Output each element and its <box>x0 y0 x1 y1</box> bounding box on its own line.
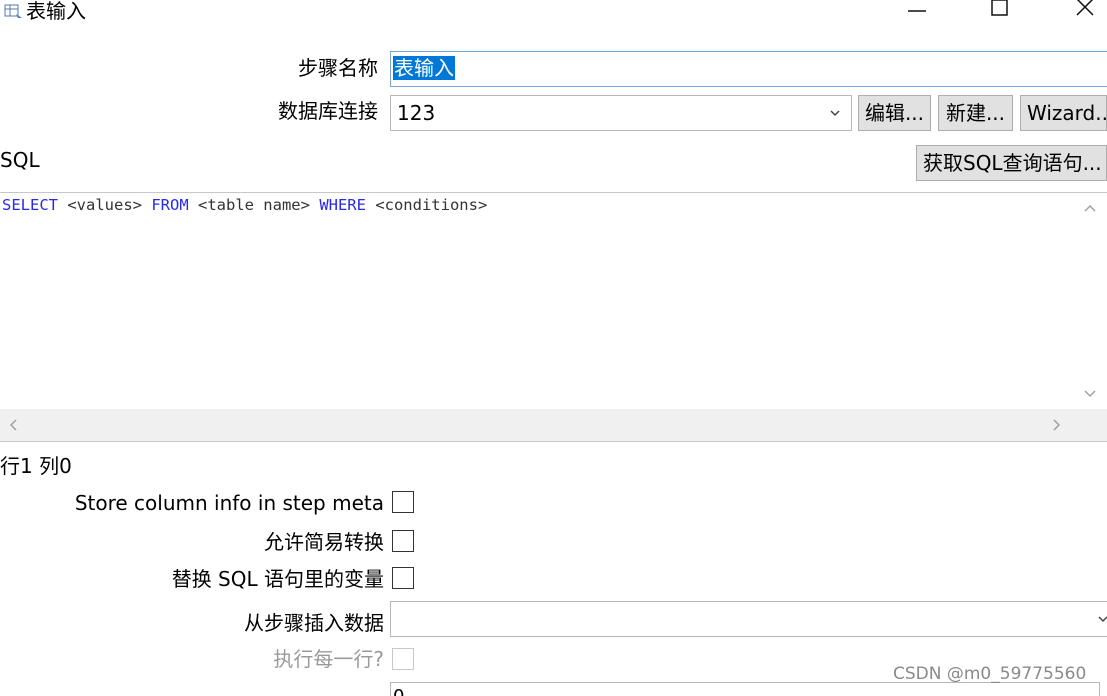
sql-code[interactable]: SELECT <values> FROM <table name> WHERE … <box>2 195 487 215</box>
sql-keyword: SELECT <box>2 196 58 214</box>
db-connection-select[interactable]: 123 <box>390 95 852 131</box>
table-input-dialog: 表输入 步骤名称 表输入 数据库连接 123 编辑... 新建... Wizar… <box>0 0 1107 696</box>
chevron-down-icon <box>1097 602 1107 649</box>
execute-each-row-checkbox[interactable] <box>392 648 414 670</box>
record-limit-input[interactable]: 0 <box>390 682 1100 696</box>
sql-placeholder: <table name> <box>188 196 320 214</box>
scroll-up-icon[interactable] <box>1083 201 1097 217</box>
table-input-icon <box>4 4 24 20</box>
step-name-label: 步骤名称 <box>298 56 378 80</box>
record-limit-value: 0 <box>393 686 404 696</box>
maximize-icon <box>991 0 1008 16</box>
store-column-info-label: Store column info in step meta <box>74 491 384 515</box>
lazy-conversion-checkbox[interactable] <box>392 530 414 552</box>
insert-from-step-label: 从步骤插入数据 <box>244 611 384 635</box>
chevron-down-icon <box>829 96 841 143</box>
minimize-icon <box>908 10 926 12</box>
edit-connection-button[interactable]: 编辑... <box>858 95 931 131</box>
title-bar: 表输入 <box>0 0 1107 26</box>
insert-from-step-select[interactable] <box>390 601 1107 637</box>
sql-keyword: WHERE <box>319 196 366 214</box>
scroll-down-icon[interactable] <box>1083 387 1097 403</box>
step-name-input[interactable]: 表输入 <box>390 51 1107 87</box>
vertical-scrollbar[interactable] <box>1073 193 1107 408</box>
close-icon <box>1076 0 1094 16</box>
window-title: 表输入 <box>26 0 86 23</box>
horizontal-scrollbar[interactable] <box>0 409 1107 441</box>
db-connection-value: 123 <box>397 101 436 125</box>
sql-label: SQL <box>0 148 40 172</box>
sql-placeholder: <conditions> <box>365 196 488 214</box>
store-column-info-checkbox[interactable] <box>392 491 414 513</box>
new-connection-button[interactable]: 新建... <box>938 95 1013 131</box>
scroll-right-icon[interactable] <box>1052 418 1062 436</box>
minimize-button[interactable] <box>894 0 940 20</box>
sql-editor[interactable]: SELECT <values> FROM <table name> WHERE … <box>0 192 1107 442</box>
maximize-button[interactable] <box>977 0 1023 20</box>
replace-variables-checkbox[interactable] <box>392 567 414 589</box>
lazy-conversion-label: 允许简易转换 <box>264 530 384 554</box>
db-connection-label: 数据库连接 <box>278 99 378 123</box>
watermark: CSDN @m0_59775560 <box>893 664 1087 684</box>
close-button[interactable] <box>1062 0 1107 20</box>
wizard-button[interactable]: Wizard... <box>1020 95 1107 131</box>
replace-variables-label: 替换 SQL 语句里的变量 <box>171 567 384 591</box>
cursor-position: 行1 列0 <box>0 454 72 478</box>
step-name-value: 表输入 <box>393 56 455 80</box>
execute-each-row-label: 执行每一行? <box>273 647 384 671</box>
get-sql-button[interactable]: 获取SQL查询语句... <box>916 145 1107 181</box>
sql-placeholder: <values> <box>58 196 152 214</box>
sql-keyword: FROM <box>151 196 189 214</box>
scroll-left-icon[interactable] <box>8 418 18 436</box>
